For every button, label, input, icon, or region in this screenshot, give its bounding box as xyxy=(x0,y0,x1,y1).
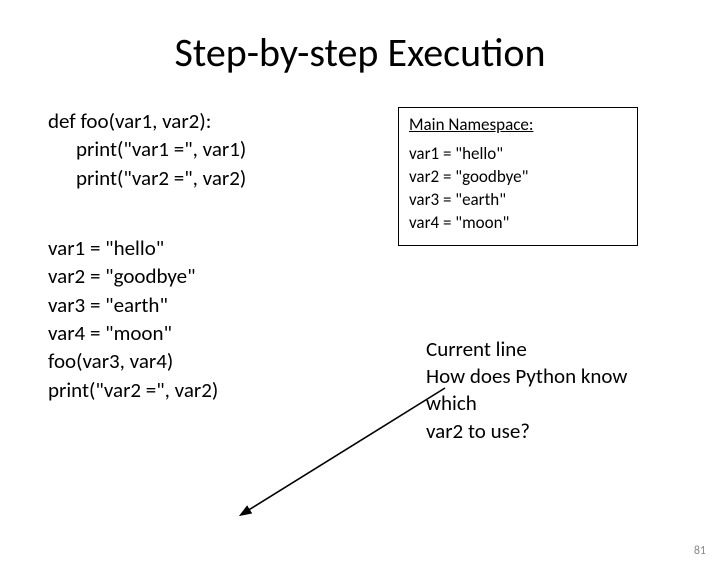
code-line-current: print("var2 =", var2) xyxy=(48,376,388,404)
page-number: 81 xyxy=(694,544,706,558)
code-column: def foo(var1, var2): print("var1 =", var… xyxy=(48,107,388,445)
namespace-entry: var4 = "moon" xyxy=(409,212,627,235)
namespace-box: Main Namespace: var1 = "hello" var2 = "g… xyxy=(398,107,638,246)
question-line: var2 to use? xyxy=(426,418,680,445)
code-line: var2 = "goodbye" xyxy=(48,262,388,290)
namespace-entry: var2 = "goodbye" xyxy=(409,166,627,189)
question-block: Current line How does Python know which … xyxy=(398,336,680,445)
code-block-main: var1 = "hello" var2 = "goodbye" var3 = "… xyxy=(48,234,388,404)
namespace-entry: var3 = "earth" xyxy=(409,189,627,212)
code-line: var3 = "earth" xyxy=(48,291,388,319)
question-line: Current line xyxy=(426,336,680,363)
right-column: Main Namespace: var1 = "hello" var2 = "g… xyxy=(388,107,680,445)
slide-title: Step-by-step Execution xyxy=(0,28,720,77)
code-line: print("var1 =", var1) xyxy=(48,135,388,163)
code-line: def foo(var1, var2): xyxy=(48,107,388,135)
namespace-title: Main Namespace: xyxy=(409,114,627,137)
code-line: var4 = "moon" xyxy=(48,319,388,347)
code-line: var1 = "hello" xyxy=(48,234,388,262)
content-row: def foo(var1, var2): print("var1 =", var… xyxy=(0,107,720,445)
code-line: foo(var3, var4) xyxy=(48,347,388,375)
question-line: How does Python know which xyxy=(426,363,680,418)
code-line: print("var2 =", var2) xyxy=(48,164,388,192)
namespace-entry: var1 = "hello" xyxy=(409,143,627,166)
